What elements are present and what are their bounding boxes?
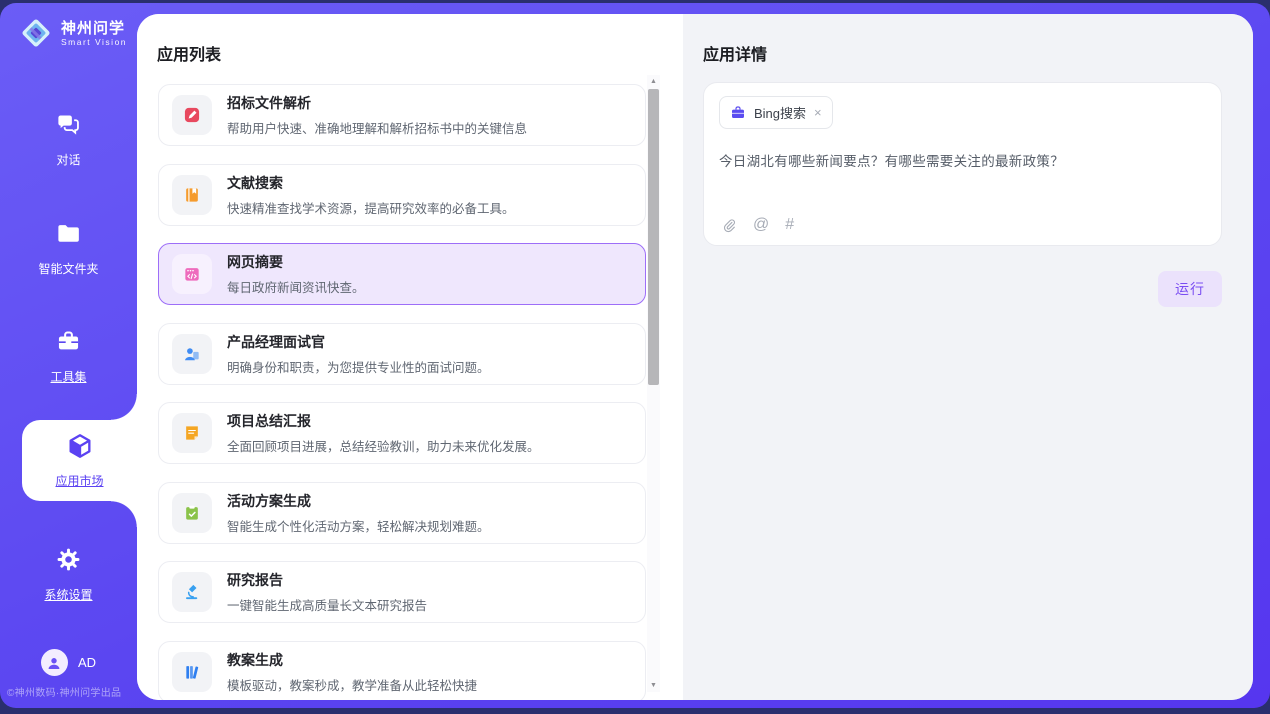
browser-code-icon: [172, 254, 212, 294]
sidebar: 神州问学 Smart Vision 对话 智能文件夹 工具集: [0, 3, 137, 708]
app-name: 活动方案生成: [227, 491, 490, 511]
app-description: 明确身份和职责，为您提供专业性的面试问题。: [227, 357, 490, 376]
microscope-icon: [172, 572, 212, 612]
sidebar-item-label: 应用市场: [55, 472, 103, 489]
run-button[interactable]: 运行: [1158, 271, 1222, 307]
prompt-input-value[interactable]: 今日湖北有哪些新闻要点？有哪些需要关注的最新政策？: [719, 150, 1206, 170]
cube-icon: [66, 432, 94, 465]
mention-icon[interactable]: @: [753, 216, 769, 234]
app-name: 产品经理面试官: [227, 332, 490, 352]
app-list-title: 应用列表: [157, 41, 221, 65]
paperclip-icon[interactable]: [720, 217, 737, 234]
avatar-person-icon: [45, 654, 63, 672]
brand-subtitle: Smart Vision: [61, 37, 127, 47]
sidebar-item-settings[interactable]: 系统设置: [0, 546, 137, 603]
input-toolbar: @ #: [720, 216, 794, 234]
books-icon: [172, 652, 212, 692]
sidebar-item-toolset[interactable]: 工具集: [0, 328, 137, 385]
app-name: 文献搜索: [227, 173, 515, 193]
app-description: 每日政府新闻资讯快查。: [227, 277, 365, 296]
sidebar-item-label: 系统设置: [44, 586, 92, 603]
tool-chip-label: Bing搜索: [754, 103, 806, 122]
sidebar-item-smart-folder[interactable]: 智能文件夹: [0, 220, 137, 277]
app-card-bid-document-analysis[interactable]: 招标文件解析 帮助用户快速、准确地理解和解析招标书中的关键信息: [158, 84, 646, 146]
app-name: 研究报告: [227, 570, 427, 590]
app-name: 教案生成: [227, 650, 477, 670]
prompt-input-card[interactable]: Bing搜索 × 今日湖北有哪些新闻要点？有哪些需要关注的最新政策？ @ #: [703, 82, 1222, 246]
app-card-web-summary[interactable]: 网页摘要 每日政府新闻资讯快查。: [158, 243, 646, 305]
app-description: 全面回顾项目进展，总结经验教训，助力未来优化发展。: [227, 436, 540, 455]
scroll-down-arrow-icon[interactable]: ▼: [647, 679, 660, 692]
app-name: 招标文件解析: [227, 93, 527, 113]
app-card-lesson-plan-generation[interactable]: 教案生成 模板驱动，教案秒成，教学准备从此轻松快捷: [158, 641, 646, 701]
book-icon: [172, 175, 212, 215]
document-edit-icon: [172, 95, 212, 135]
app-list-scrollbar[interactable]: ▲ ▼: [647, 75, 660, 692]
run-row: 运行: [1158, 271, 1222, 307]
chat-icon: [55, 111, 82, 143]
folder-icon: [55, 220, 82, 252]
app-card-literature-search[interactable]: 文献搜索 快速精准查找学术资源，提高研究效率的必备工具。: [158, 164, 646, 226]
app-card-event-plan-generation[interactable]: 活动方案生成 智能生成个性化活动方案，轻松解决规划难题。: [158, 482, 646, 544]
hash-icon[interactable]: #: [785, 216, 794, 234]
app-name: 项目总结汇报: [227, 411, 540, 431]
sidebar-item-app-market[interactable]: 应用市场: [22, 420, 137, 501]
user-name: AD: [78, 655, 96, 670]
copyright-text: ©神州数码·神州问学出品: [7, 684, 121, 699]
toolbox-icon: [55, 328, 82, 360]
app-description: 一键智能生成高质量长文本研究报告: [227, 595, 427, 614]
sidebar-item-label: 对话: [56, 151, 80, 168]
app-description: 快速精准查找学术资源，提高研究效率的必备工具。: [227, 198, 515, 217]
tool-chip-bing-search[interactable]: Bing搜索 ×: [719, 96, 833, 129]
avatar: [41, 649, 68, 676]
app-name: 网页摘要: [227, 252, 365, 272]
app-list-panel: 应用列表 招标文件解析 帮助用户快速、准确地理解和解析招标书中的关键信息: [137, 14, 683, 700]
app-description: 智能生成个性化活动方案，轻松解决规划难题。: [227, 516, 490, 535]
interviewer-icon: [172, 334, 212, 374]
gear-icon: [55, 546, 82, 578]
brand-logo: 神州问学 Smart Vision: [18, 15, 127, 51]
chip-close-icon[interactable]: ×: [814, 106, 822, 119]
app-card-list: 招标文件解析 帮助用户快速、准确地理解和解析招标书中的关键信息 文献搜索 快速精…: [158, 84, 646, 700]
brand-name: 神州问学: [61, 20, 127, 37]
briefcase-icon: [730, 105, 746, 121]
clipboard-check-icon: [172, 493, 212, 533]
app-description: 模板驱动，教案秒成，教学准备从此轻松快捷: [227, 675, 477, 694]
scrollbar-thumb[interactable]: [648, 89, 659, 385]
note-icon: [172, 413, 212, 453]
app-card-project-summary[interactable]: 项目总结汇报 全面回顾项目进展，总结经验教训，助力未来优化发展。: [158, 402, 646, 464]
app-card-pm-interviewer[interactable]: 产品经理面试官 明确身份和职责，为您提供专业性的面试问题。: [158, 323, 646, 385]
app-detail-title: 应用详情: [703, 41, 767, 65]
scroll-up-arrow-icon[interactable]: ▲: [647, 75, 660, 88]
content-card: 应用列表 招标文件解析 帮助用户快速、准确地理解和解析招标书中的关键信息: [137, 14, 1253, 700]
user-profile[interactable]: AD: [0, 649, 137, 676]
app-detail-panel: 应用详情 Bing搜索 × 今日湖北有哪些新闻要点？有哪些需要关注的最新政策？: [683, 14, 1253, 700]
sidebar-item-label: 智能文件夹: [38, 260, 98, 277]
sidebar-item-chat[interactable]: 对话: [0, 111, 137, 168]
app-card-research-report[interactable]: 研究报告 一键智能生成高质量长文本研究报告: [158, 561, 646, 623]
gem-logo-icon: [18, 15, 54, 51]
app-description: 帮助用户快速、准确地理解和解析招标书中的关键信息: [227, 118, 527, 137]
sidebar-item-label: 工具集: [50, 368, 86, 385]
